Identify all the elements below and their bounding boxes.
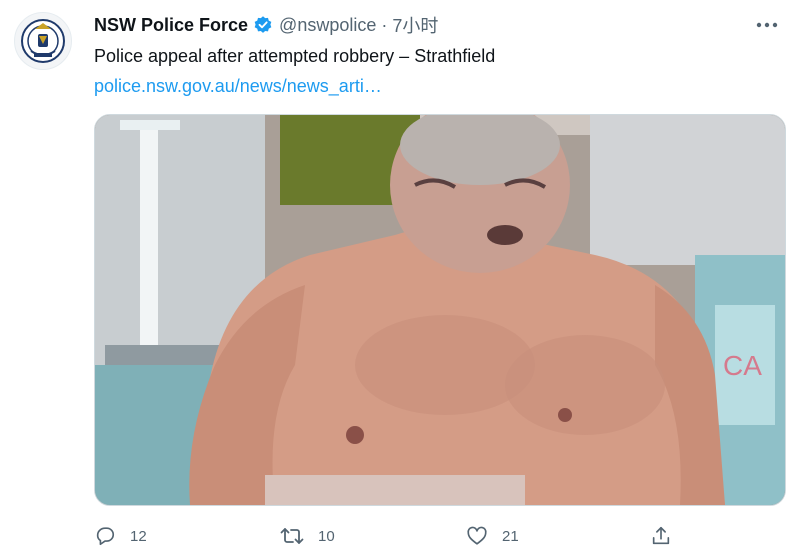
verified-badge-icon [253,15,273,35]
separator-dot: · [381,14,388,35]
tweet-media-photo[interactable]: CA [94,114,786,506]
retweet-count: 10 [318,527,335,545]
reply-button[interactable]: 12 [94,522,147,550]
share-button[interactable] [650,522,672,550]
tweet-header: NSW Police Force @nswpolice · 7小时 [94,12,780,38]
account-avatar[interactable] [14,12,72,70]
like-count: 21 [502,527,519,545]
tweet-link[interactable]: police.nsw.gov.au/news/news_arti… [94,74,382,98]
tweet-card[interactable]: NSW Police Force @nswpolice · 7小时 Police… [0,0,800,558]
photo-image: CA [95,115,785,505]
timestamp[interactable]: 7小时 [392,12,438,38]
reply-icon [94,525,116,547]
tweet-action-bar: 12 10 21 [94,522,684,550]
account-handle[interactable]: @nswpolice [279,15,376,36]
police-crest-logo [21,19,65,63]
heart-icon [466,525,488,547]
svg-text:CA: CA [723,350,762,381]
display-name[interactable]: NSW Police Force [94,15,248,36]
retweet-button[interactable]: 10 [280,522,335,550]
more-horizontal-icon[interactable] [754,15,780,35]
reply-count: 12 [130,527,147,545]
like-button[interactable]: 21 [466,522,519,550]
share-icon [650,525,672,547]
tweet-text: Police appeal after attempted robbery – … [94,46,496,66]
retweet-icon [280,525,304,547]
